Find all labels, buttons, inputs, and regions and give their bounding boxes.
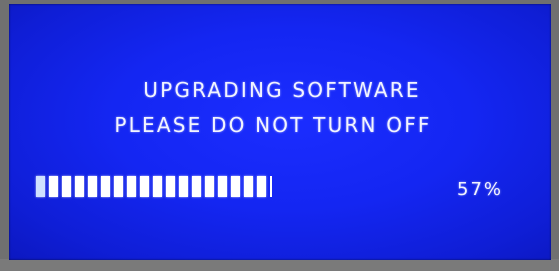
progress-segment [114, 176, 123, 197]
progress-percent: 57% [457, 179, 504, 200]
progress-segment [231, 176, 240, 197]
progress-segment [205, 176, 214, 197]
progress-segment [179, 176, 188, 197]
tv-bezel-bottom [0, 259, 559, 271]
warning-text: PLEASE DO NOT TURN OFF [114, 113, 432, 137]
progress-segment [166, 176, 175, 197]
upgrade-screen: UPGRADING SOFTWARE PLEASE DO NOT TURN OF… [9, 4, 551, 260]
progress-segment [36, 176, 45, 197]
progress-segment [244, 176, 253, 197]
progress-segment [62, 176, 71, 197]
progress-segment [257, 176, 266, 197]
upgrade-progress-bar [36, 176, 272, 197]
progress-segment [127, 176, 136, 197]
progress-leading-edge [270, 176, 272, 197]
progress-segment [75, 176, 84, 197]
progress-segment [101, 176, 110, 197]
progress-segment [49, 176, 58, 197]
progress-segment [140, 176, 149, 197]
progress-segment [88, 176, 97, 197]
progress-segment [218, 176, 227, 197]
progress-segment [153, 176, 162, 197]
progress-segment [192, 176, 201, 197]
upgrade-status-text: UPGRADING SOFTWARE [143, 78, 421, 102]
